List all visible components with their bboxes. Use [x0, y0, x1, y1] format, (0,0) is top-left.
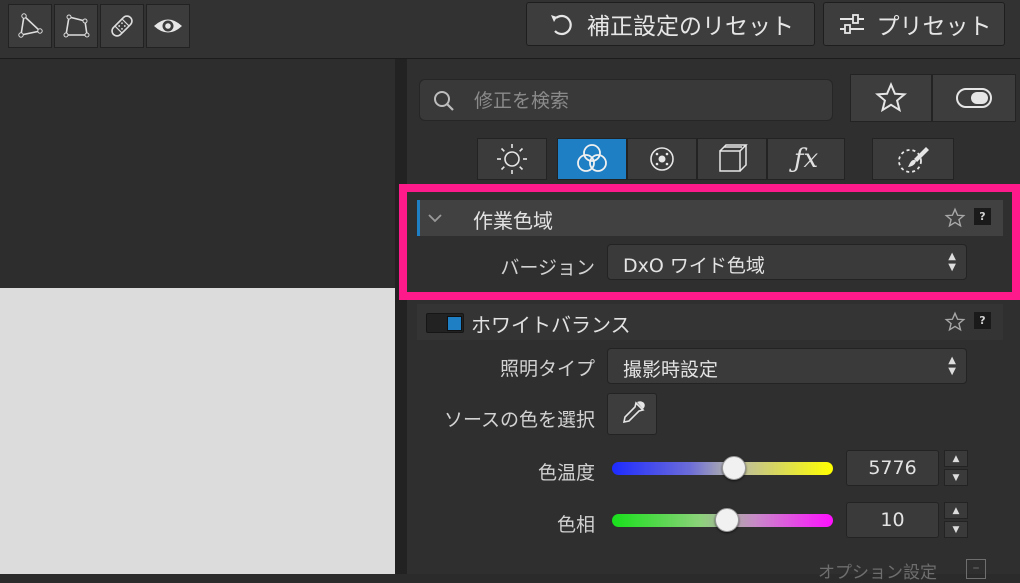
working-color-space-title: 作業色域	[473, 209, 553, 233]
version-select[interactable]: DxO ワイド色域 ▲ ▼	[607, 244, 967, 280]
perspective-tool-button[interactable]	[8, 4, 52, 48]
decrement-icon[interactable]: ▼	[944, 521, 968, 538]
illuminant-value: 撮影時設定	[623, 359, 719, 381]
color-circles-icon	[577, 144, 607, 172]
tab-geometry[interactable]	[697, 138, 767, 180]
sliders-icon	[839, 14, 864, 34]
source-color-label: ソースの色を選択	[443, 409, 595, 431]
tint-slider-thumb[interactable]	[714, 508, 739, 532]
tab-detail[interactable]	[627, 138, 697, 180]
detail-lens-icon	[650, 147, 674, 171]
select-arrows-icon: ▲ ▼	[948, 251, 956, 273]
chevron-down-icon[interactable]	[427, 211, 443, 225]
tint-stepper[interactable]: ▲ ▼	[944, 502, 968, 538]
increment-icon[interactable]: ▲	[944, 502, 968, 519]
search-icon	[434, 91, 454, 111]
repair-tool-button[interactable]	[100, 4, 144, 48]
toggle-on-indicator	[447, 316, 462, 331]
presets-label: プリセット	[876, 14, 992, 40]
version-label: バージョン	[500, 257, 595, 279]
search-input[interactable]	[472, 86, 816, 116]
increment-icon[interactable]: ▲	[944, 450, 968, 467]
cube-icon	[719, 144, 748, 172]
fx-icon: ƒx	[793, 144, 819, 174]
preview-toggle-button[interactable]	[146, 4, 190, 48]
temperature-slider-thumb[interactable]	[721, 456, 746, 480]
local-adjust-tool-button[interactable]	[54, 4, 98, 48]
eyedropper-icon	[622, 401, 645, 424]
white-balance-header[interactable]: ホワイトバランス ?	[417, 304, 1003, 340]
star-icon[interactable]	[944, 311, 966, 333]
white-balance-toggle[interactable]	[426, 313, 464, 333]
star-icon	[875, 82, 907, 113]
brush-icon	[898, 147, 929, 173]
presets-button[interactable]: プリセット	[823, 2, 1005, 46]
local-adjust-tool-icon	[63, 14, 90, 38]
illuminant-select[interactable]: 撮影時設定 ▲ ▼	[607, 348, 967, 384]
eyedropper-button[interactable]	[607, 393, 657, 435]
top-toolbar: 補正設定のリセット プリセット	[0, 0, 1020, 59]
sun-icon	[497, 144, 527, 174]
help-icon[interactable]: ?	[974, 208, 991, 225]
reset-corrections-label: 補正設定のリセット	[587, 14, 794, 40]
photo-preview[interactable]	[0, 288, 395, 574]
tab-effects[interactable]: ƒx	[767, 138, 845, 180]
favorites-button[interactable]	[850, 74, 932, 122]
collapse-options-icon[interactable]: –	[966, 559, 986, 579]
tint-label: 色相	[556, 514, 595, 536]
temperature-label: 色温度	[537, 462, 595, 484]
palette-toggle-button[interactable]	[932, 74, 1016, 122]
image-viewer-background	[0, 59, 395, 288]
perspective-tool-icon	[18, 13, 43, 38]
tab-light[interactable]	[477, 138, 547, 180]
version-value: DxO ワイド色域	[623, 255, 765, 277]
toggle-icon	[956, 88, 992, 108]
search-field[interactable]	[419, 79, 833, 121]
select-arrows-icon: ▲ ▼	[948, 355, 956, 377]
eye-icon	[154, 19, 182, 33]
tab-color[interactable]	[557, 138, 627, 180]
temperature-value-field[interactable]: 5776	[846, 450, 939, 486]
star-icon[interactable]	[944, 207, 966, 229]
options-label[interactable]: オプション設定	[818, 558, 937, 583]
repair-tool-icon	[111, 15, 133, 37]
reset-corrections-button[interactable]: 補正設定のリセット	[526, 2, 815, 46]
panel-divider[interactable]	[395, 59, 407, 574]
working-color-space-header[interactable]: 作業色域 ?	[417, 200, 1003, 236]
active-indicator	[417, 200, 420, 236]
decrement-icon[interactable]: ▼	[944, 469, 968, 486]
illuminant-label: 照明タイプ	[499, 358, 595, 380]
help-icon[interactable]: ?	[974, 312, 991, 329]
temperature-stepper[interactable]: ▲ ▼	[944, 450, 968, 486]
tab-local-adjustments[interactable]	[872, 138, 954, 180]
tint-value-field[interactable]: 10	[846, 502, 939, 538]
undo-icon	[551, 14, 572, 36]
white-balance-title: ホワイトバランス	[471, 313, 631, 337]
